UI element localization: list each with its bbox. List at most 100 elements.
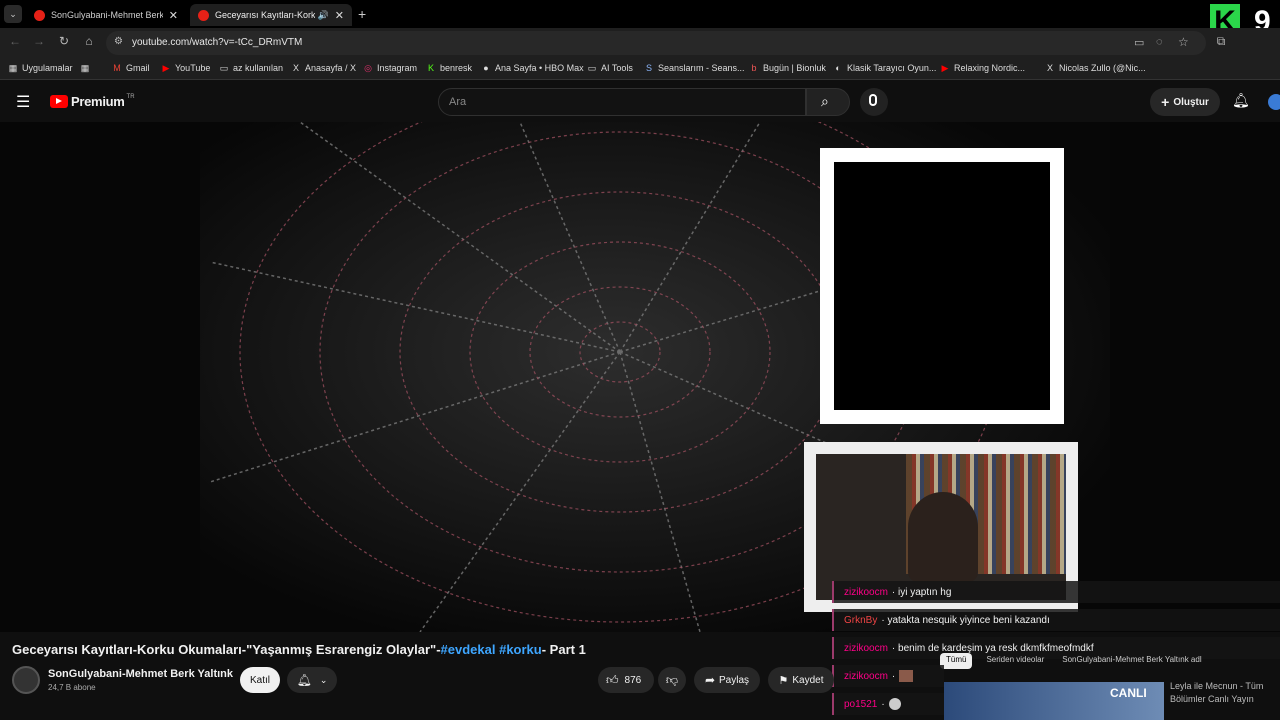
instagram-icon: ◎ xyxy=(364,63,372,73)
like-button[interactable]: 👍︎ 876 xyxy=(598,667,654,693)
close-tab-icon[interactable]: ✕ xyxy=(169,9,178,22)
back-icon[interactable]: ← xyxy=(6,34,24,48)
bookmark-label: Seanslarım - Seans... xyxy=(658,63,745,73)
bookmark-label: YouTube xyxy=(175,63,211,73)
chat-text: · iyi yaptın hg xyxy=(891,586,952,598)
bookmark-label: Klasik Tarayıcı Oyun... xyxy=(847,63,937,73)
bookmark-nicolas[interactable]: X Nicolas Zullo (@Nic... xyxy=(1045,63,1146,73)
share-arrow-icon: ➦ xyxy=(704,673,716,687)
browser-tab-active[interactable]: Geceyarısı Kayıtları-Korku O 🔊 ✕ xyxy=(190,4,352,26)
chat-emote-icon xyxy=(888,698,901,710)
like-count: 876 xyxy=(624,674,642,686)
bookmark-apps[interactable]: ▦ Uygulamalar xyxy=(8,63,73,73)
recommended-title: Leyla ile Mecnun - Tüm Bölümler Canlı Ya… xyxy=(1170,681,1264,704)
youtube-icon: ▶ xyxy=(941,63,949,73)
chat-text: · xyxy=(891,670,896,682)
save-button[interactable]: ⚑ Kaydet xyxy=(768,667,834,693)
address-bar[interactable]: ⚙ youtube.com/watch?v=-tCc_DRmVTM ▭ ◌ ☆ xyxy=(106,31,1206,55)
bookmark-icon: ⚑ xyxy=(778,674,789,687)
plus-icon: + xyxy=(1161,94,1170,110)
chip-channel[interactable]: SonGulyabani-Mehmet Berk Yaltınk adl xyxy=(1058,653,1205,669)
recommended-video[interactable]: CANLI Leyla ile Mecnun - Tüm Bölümler Ca… xyxy=(944,681,1280,720)
chat-username: zizikoocm xyxy=(844,586,888,598)
hashtag-link[interactable]: #korku xyxy=(499,642,542,657)
channel-avatar[interactable] xyxy=(12,666,40,694)
game-icon: ◐ xyxy=(835,63,841,73)
bookmark-youtube[interactable]: ▶ YouTube xyxy=(161,63,211,73)
channel-name[interactable]: SonGulyabani-Mehmet Berk Yaltınk xyxy=(48,668,233,680)
search-input[interactable]: Ara xyxy=(438,88,806,116)
bookmark-hbo[interactable]: ● Ana Sayfa • HBO Max xyxy=(481,63,584,73)
home-icon[interactable]: ⌂ xyxy=(80,34,98,48)
voice-search-button[interactable] xyxy=(860,88,888,116)
cast-icon[interactable]: ▭ xyxy=(1134,36,1144,49)
chat-text: · benim de kardeşim ya resk dkmfkfmeofmd… xyxy=(891,642,1094,654)
youtube-header: ☰ Premium TR Ara ⌕ + Oluştur 🔔︎ xyxy=(0,82,1280,122)
chat-username: zizikoocm xyxy=(844,670,888,682)
bookmarks-bar: ▦ Uygulamalar ▦ M Gmail ▶ YouTube ▭ az kulla… xyxy=(0,58,1280,80)
region-code: TR xyxy=(126,93,135,100)
bell-icon: 🔔︎ xyxy=(296,673,312,687)
browser-toolbar: ← → ↻ ⌂ ⚙ youtube.com/watch?v=-tCc_DRmVT… xyxy=(0,28,1280,58)
menu-icon[interactable]: ☰ xyxy=(16,92,30,112)
s-icon: S xyxy=(645,63,652,73)
join-label: Katıl xyxy=(249,674,270,686)
bookmark-seans[interactable]: S Seanslarım - Seans... xyxy=(644,63,745,73)
folder-icon: ▭ xyxy=(587,63,597,73)
speaker-icon[interactable]: 🔊 xyxy=(318,10,329,21)
x-logo-icon: X xyxy=(1046,63,1053,73)
create-button[interactable]: + Oluştur xyxy=(1150,88,1220,116)
chip-series[interactable]: Seriden videolar xyxy=(982,653,1048,669)
search-button[interactable]: ⌕ xyxy=(806,88,850,116)
microphone-icon xyxy=(869,94,877,106)
forward-icon[interactable]: → xyxy=(30,34,48,48)
chevron-down-icon: ⌄ xyxy=(319,674,328,685)
youtube-icon: ▶ xyxy=(162,63,170,73)
share-label: Paylaş xyxy=(719,674,750,686)
bookmark-instagram[interactable]: ◎ Instagram xyxy=(363,63,417,73)
bookmark-klasik[interactable]: ◐ Klasik Tarayıcı Oyun... xyxy=(833,63,936,73)
channel-info: SonGulyabani-Mehmet Berk Yaltınk 24,7 B … xyxy=(12,666,242,696)
chat-username: zizikoocm xyxy=(844,642,888,654)
youtube-logo-icon xyxy=(50,95,68,108)
bookmark-folder[interactable]: ▭ az kullanılan xyxy=(219,63,283,73)
chat-message: zizikoocm · xyxy=(832,665,944,687)
bookmark-benresk[interactable]: Kbenresk xyxy=(426,63,472,73)
join-button[interactable]: Katıl xyxy=(240,667,280,693)
youtube-premium-logo[interactable]: Premium TR xyxy=(50,94,135,109)
bookmark-tabgroups[interactable]: ▦ xyxy=(80,63,94,73)
avatar[interactable] xyxy=(1268,94,1280,110)
bookmark-label: Ana Sayfa • HBO Max xyxy=(495,63,584,73)
bookmark-x[interactable]: X Anasayfa / X xyxy=(291,63,356,73)
chip-all[interactable]: Tümü xyxy=(940,653,973,669)
bookmark-label: Bugün | Bionluk xyxy=(763,63,826,73)
bookmark-gmail[interactable]: M Gmail xyxy=(112,63,149,73)
share-button[interactable]: ➦ Paylaş xyxy=(694,667,760,693)
extensions-icon[interactable]: ⧉ xyxy=(1212,34,1230,49)
eye-off-icon[interactable]: ◌ xyxy=(1156,36,1163,48)
bookmark-label: Instagram xyxy=(377,63,418,73)
apps-grid-icon: ▦ xyxy=(8,63,18,73)
new-tab-button[interactable]: + xyxy=(358,6,366,22)
subscribed-bell-button[interactable]: 🔔︎ ⌄ xyxy=(287,667,337,693)
site-info-icon[interactable]: ⚙ xyxy=(114,36,123,47)
streamer-silhouette xyxy=(908,492,978,582)
reload-icon[interactable]: ↻ xyxy=(55,34,73,48)
video-player[interactable]: zizikoocm · iyi yaptın hg GrknBy · yatak… xyxy=(0,122,1280,632)
tab-title: Geceyarısı Kayıtları-Korku O xyxy=(215,10,315,20)
close-tab-icon[interactable]: ✕ xyxy=(335,9,344,22)
bookmark-star-icon[interactable]: ☆ xyxy=(1178,35,1189,49)
subscriber-count: 24,7 B abone xyxy=(48,683,96,692)
dislike-button[interactable]: 👎︎ xyxy=(658,667,686,693)
overlay-frame-empty xyxy=(820,148,1064,424)
bookmark-ai-tools[interactable]: ▭ AI Tools xyxy=(587,63,633,73)
title-main: Geceyarısı Kayıtları-Korku Okumaları-"Ya… xyxy=(12,642,441,657)
hashtag-link[interactable]: #evdekal xyxy=(441,642,496,657)
bookmark-relaxing[interactable]: ▶ Relaxing Nordic... xyxy=(940,63,1026,73)
title-end: - Part 1 xyxy=(541,642,586,657)
browser-tab[interactable]: SonGulyabani-Mehmet Berk Ya ✕ xyxy=(26,4,186,26)
notifications-bell-icon[interactable]: 🔔︎ xyxy=(1232,92,1250,109)
grid-icon: ▦ xyxy=(80,63,90,73)
tab-search-button[interactable]: ⌄ xyxy=(4,5,22,23)
bookmark-bionluk[interactable]: b Bugün | Bionluk xyxy=(749,63,826,73)
